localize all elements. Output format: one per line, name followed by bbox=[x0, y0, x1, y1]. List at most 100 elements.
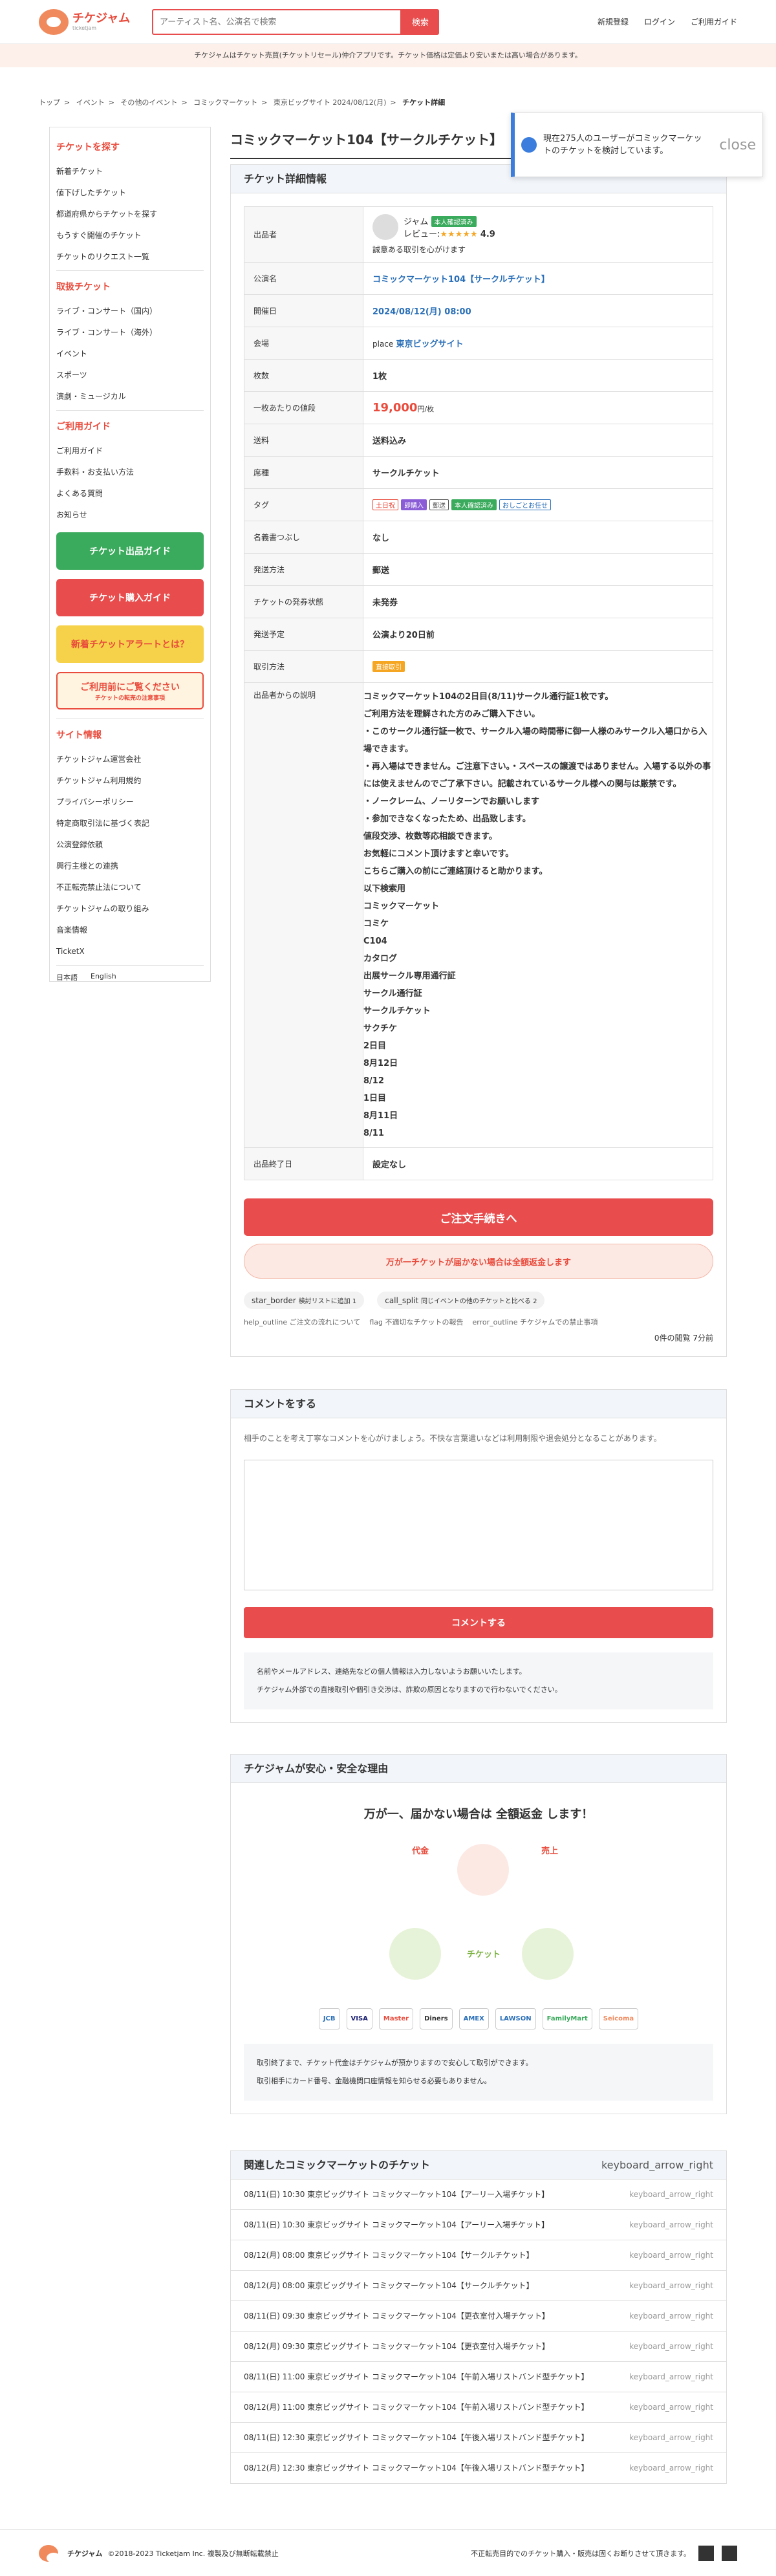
related-row[interactable]: 08/12(月) 08:00 東京ビッグサイト コミックマーケット104【サーク… bbox=[231, 2271, 726, 2301]
end-date: 設定なし bbox=[363, 1147, 713, 1180]
sidebar-item[interactable]: もうすぐ開催のチケット bbox=[56, 225, 204, 246]
chevron-right-icon: keyboard_arrow_right bbox=[629, 2463, 713, 2473]
login-link[interactable]: ログイン bbox=[644, 16, 675, 27]
crumb-top[interactable]: トップ bbox=[39, 98, 60, 107]
review-score: 4.9 bbox=[480, 230, 495, 239]
seller-name[interactable]: ジャム bbox=[404, 217, 428, 227]
related-row[interactable]: 08/11(日) 09:30 東京ビッグサイト コミックマーケット104【更衣室… bbox=[231, 2301, 726, 2332]
sidebar-item[interactable]: ライブ・コンサート（国内） bbox=[56, 301, 204, 322]
comment-input[interactable] bbox=[244, 1460, 713, 1590]
sidebar-item[interactable]: ライブ・コンサート（海外） bbox=[56, 322, 204, 343]
issue-status: 未発券 bbox=[363, 585, 713, 618]
sidebar: チケットを探す 新着チケット 値下げしたチケット 都道府県からチケットを探す も… bbox=[49, 127, 211, 982]
comment-title: コメントをする bbox=[231, 1390, 726, 1418]
related-row[interactable]: 08/11(日) 10:30 東京ビッグサイト コミックマーケット104【アーリ… bbox=[231, 2210, 726, 2240]
quantity: 1枚 bbox=[363, 359, 713, 392]
row-key: 取引方法 bbox=[244, 650, 363, 683]
lang-ja[interactable]: 日本語 bbox=[56, 972, 78, 982]
signup-link[interactable]: 新規登録 bbox=[598, 16, 629, 27]
main: コミックマーケット104【サークルチケット】 現在275人のユーザーがコミックマ… bbox=[230, 113, 763, 2484]
sidebar-item[interactable]: よくある質問 bbox=[56, 483, 204, 504]
crumb-other[interactable]: その他のイベント bbox=[120, 98, 177, 107]
sidebar-item[interactable]: プライバシーポリシー bbox=[56, 792, 204, 813]
alert-banner[interactable]: 新着チケットアラートとは？ bbox=[56, 625, 204, 663]
row-key: 出品終了日 bbox=[244, 1147, 363, 1180]
chevron-right-icon: keyboard_arrow_right bbox=[629, 2372, 713, 2381]
sidebar-find-title: チケットを探す bbox=[56, 142, 120, 153]
sidebar-item[interactable]: 公演登録依頼 bbox=[56, 834, 204, 856]
tag[interactable]: 郵送 bbox=[429, 499, 449, 510]
crumb-comiket[interactable]: コミックマーケット bbox=[193, 98, 257, 107]
sidebar-item[interactable]: スポーツ bbox=[56, 365, 204, 386]
sidebar-item[interactable]: ご利用ガイド bbox=[56, 440, 204, 462]
search-box bbox=[152, 8, 402, 35]
related-row[interactable]: 08/12(月) 11:00 東京ビッグサイト コミックマーケット104【午前入… bbox=[231, 2392, 726, 2423]
favorite-button[interactable]: star_border 検討リストに追加 1 bbox=[244, 1292, 365, 1309]
related-row[interactable]: 08/11(日) 12:30 東京ビッグサイト コミックマーケット104【午後入… bbox=[231, 2423, 726, 2453]
tag[interactable]: 即購入 bbox=[401, 499, 427, 510]
sidebar-item[interactable]: イベント bbox=[56, 343, 204, 365]
sidebar-item[interactable]: 不正転売禁止法について bbox=[56, 877, 204, 898]
row-key: 送料 bbox=[244, 424, 363, 457]
logo[interactable]: チケジャム ticketjam bbox=[39, 8, 152, 35]
chevron-right-icon: keyboard_arrow_right bbox=[629, 2251, 713, 2260]
refund-button[interactable]: 万が一チケットが届かない場合は全額返金します bbox=[244, 1244, 713, 1279]
sidebar-item[interactable]: 値下げしたチケット bbox=[56, 182, 204, 204]
chevron-right-icon: keyboard_arrow_right bbox=[629, 2281, 713, 2290]
crumb-event[interactable]: イベント bbox=[76, 98, 105, 107]
related-card: 関連したコミックマーケットのチケット keyboard_arrow_right 0… bbox=[230, 2150, 727, 2484]
ship-schedule: 公演より20日前 bbox=[363, 618, 713, 651]
seller-note: 誠意ある取引を心がけます bbox=[372, 245, 466, 254]
verified-badge: 本人確認済み bbox=[431, 216, 477, 227]
close-icon[interactable]: close bbox=[719, 137, 756, 153]
compare-button[interactable]: call_split 同じイベントの他のチケットと比べる 2 bbox=[377, 1292, 545, 1309]
venue-link[interactable]: 東京ビッグサイト bbox=[396, 340, 463, 349]
related-row[interactable]: 08/12(月) 12:30 東京ビッグサイト コミックマーケット104【午後入… bbox=[231, 2453, 726, 2484]
avatar[interactable] bbox=[372, 214, 398, 240]
notice-banner[interactable]: ご利用前にご覧ください チケットの転売の注意事項 bbox=[56, 672, 204, 709]
tag[interactable]: 土日祝 bbox=[372, 499, 398, 510]
tag[interactable]: 本人確認済み bbox=[451, 499, 497, 510]
sidebar-item[interactable]: 手数料・お支払い方法 bbox=[56, 462, 204, 483]
sidebar-item[interactable]: チケットジャム利用規約 bbox=[56, 770, 204, 792]
sidebar-item[interactable]: 特定商取引法に基づく表記 bbox=[56, 813, 204, 834]
sidebar-item[interactable]: チケットジャム運営会社 bbox=[56, 749, 204, 770]
row-key: タグ bbox=[244, 488, 363, 521]
search-input[interactable] bbox=[160, 17, 400, 27]
related-row[interactable]: 08/12(月) 09:30 東京ビッグサイト コミックマーケット104【更衣室… bbox=[231, 2332, 726, 2362]
guide-link[interactable]: ご利用ガイド bbox=[691, 16, 737, 27]
lang-en[interactable]: English bbox=[91, 972, 116, 982]
sidebar-item[interactable]: チケットジャムの取り組み bbox=[56, 898, 204, 920]
row-key: 開催日 bbox=[244, 294, 363, 327]
order-button[interactable]: ご注文手続きへ bbox=[244, 1198, 713, 1236]
sidebar-item[interactable]: 興行主様との連携 bbox=[56, 856, 204, 877]
row-key: 席種 bbox=[244, 456, 363, 489]
sidebar-item[interactable]: 音楽情報 bbox=[56, 920, 204, 941]
sidebar-item[interactable]: 演劇・ミュージカル bbox=[56, 386, 204, 407]
sidebar-item[interactable]: チケットのリクエスト一覧 bbox=[56, 246, 204, 268]
help-link[interactable]: help_outline ご注文の流れについて bbox=[244, 1317, 360, 1327]
payment-logos: JCB VISA Master Diners AMEX LAWSON FamilyMart S… bbox=[244, 2008, 713, 2029]
report-link[interactable]: flag 不適切なチケットの報告 bbox=[369, 1317, 463, 1327]
price-unit: 円/枚 bbox=[417, 405, 435, 413]
sidebar-item[interactable]: TicketX bbox=[56, 941, 204, 962]
comment-card: コメントをする 相手のことを考え丁寧なコメントを心がけましょう。不快な言葉遣いな… bbox=[230, 1389, 727, 1723]
crumb-venue[interactable]: 東京ビッグサイト 2024/08/12(月) bbox=[274, 98, 386, 107]
related-row[interactable]: 08/11(日) 10:30 東京ビッグサイト コミックマーケット104【アーリ… bbox=[231, 2180, 726, 2210]
sidebar-item[interactable]: お知らせ bbox=[56, 504, 204, 526]
chevron-right-icon[interactable]: keyboard_arrow_right bbox=[601, 2151, 713, 2179]
safety-diagram: 代金 売上 チケット bbox=[244, 1831, 713, 1999]
buy-guide-banner[interactable]: チケット購入ガイド bbox=[56, 579, 204, 616]
related-row[interactable]: 08/11(日) 11:00 東京ビッグサイト コミックマーケット104【午前入… bbox=[231, 2362, 726, 2392]
comment-button[interactable]: コメントする bbox=[244, 1607, 713, 1638]
event-name-link[interactable]: コミックマーケット104【サークルチケット】 bbox=[363, 262, 713, 295]
sidebar-item[interactable]: 新着チケット bbox=[56, 161, 204, 182]
search-button[interactable]: 検索 bbox=[402, 8, 439, 35]
detail-card: チケット詳細情報 出品者 ジャム 本人確認済み レビュー:★★★★★ 4.9 誠… bbox=[230, 164, 727, 1357]
related-row[interactable]: 08/12(月) 08:00 東京ビッグサイト コミックマーケット104【サーク… bbox=[231, 2240, 726, 2271]
prohibited-link[interactable]: error_outline チケジャムでの禁止事項 bbox=[472, 1317, 598, 1327]
sidebar-item[interactable]: 都道府県からチケットを探す bbox=[56, 204, 204, 225]
sell-guide-banner[interactable]: チケット出品ガイド bbox=[56, 532, 204, 570]
tag[interactable]: おしごとお任せ bbox=[499, 499, 551, 510]
seller-icon bbox=[522, 1928, 574, 1980]
